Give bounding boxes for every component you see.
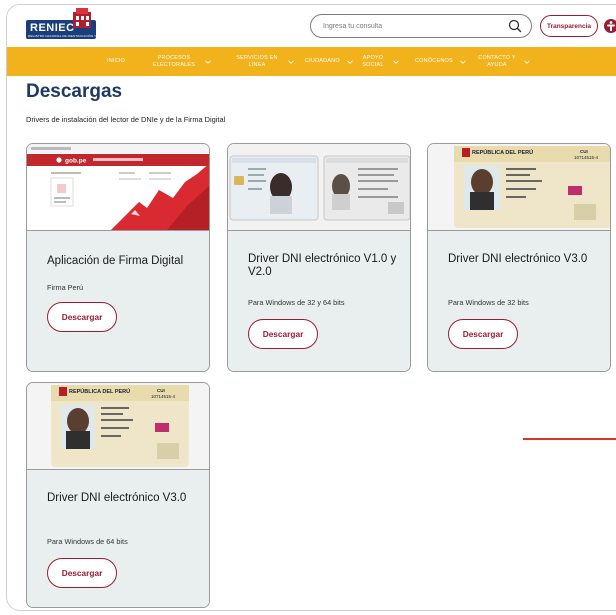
nav-item-servicios-en-linea[interactable]: SERVICIOS EN LÍNEA bbox=[233, 47, 307, 76]
nav-item-label: CIUDADANO bbox=[305, 58, 340, 64]
reniec-logo[interactable]: RENIEC REGISTRO NACIONAL DE IDENTIFICACI… bbox=[26, 8, 119, 41]
card-description: Para Windows de 32 y 64 bits bbox=[248, 298, 345, 307]
card-description: Firma Perú bbox=[47, 283, 84, 292]
nav-item-conocenos[interactable]: CONÓCENOS bbox=[415, 47, 466, 76]
download-button[interactable]: Descargar bbox=[47, 558, 117, 588]
search-icon[interactable] bbox=[507, 18, 523, 34]
search-input[interactable] bbox=[323, 19, 493, 34]
card-body: Aplicación de Firma Digital Firma Perú D… bbox=[27, 230, 209, 371]
chevron-down-icon bbox=[460, 60, 466, 64]
dni-country: REPÚBLICA DEL PERÚ bbox=[472, 149, 533, 156]
accessibility-icon[interactable] bbox=[604, 19, 616, 33]
logo-subtext: REGISTRO NACIONAL DE IDENTIFICACIÓN Y ES… bbox=[28, 34, 119, 38]
transparency-label: Transparencia bbox=[546, 22, 592, 30]
download-button-label: Descargar bbox=[462, 329, 504, 339]
card-body: Driver DNI electrónico V1.0 y V2.0 Para … bbox=[228, 230, 410, 371]
chevron-down-icon bbox=[288, 60, 294, 64]
nav-item-apoyo-social[interactable]: APOYO SOCIAL bbox=[360, 47, 404, 76]
download-card: REPÚBLICA DEL PERÚ CUI 10714515-4 Driver… bbox=[427, 143, 611, 372]
header: RENIEC REGISTRO NACIONAL DE IDENTIFICACI… bbox=[7, 5, 616, 47]
dni-card-v3-image: REPÚBLICA DEL PERÚ CUI 10714515-4 bbox=[428, 144, 610, 230]
gob-label: gob.pe bbox=[65, 158, 87, 165]
nav-item-label: CONTACTO Y AYUDA bbox=[478, 54, 516, 68]
nav-item-label: INICIO bbox=[107, 58, 126, 64]
card-title: Driver DNI electrónico V1.0 y V2.0 bbox=[248, 253, 397, 278]
card-image: REPÚBLICA DEL PERÚ CUI 10714515-4 bbox=[27, 383, 209, 469]
download-button-label: Descargar bbox=[262, 329, 304, 339]
nav-item-label: SERVICIOS EN LÍNEA bbox=[236, 54, 278, 68]
card-image bbox=[228, 144, 410, 230]
download-button[interactable]: Descargar bbox=[248, 319, 318, 349]
download-card: REPÚBLICA DEL PERÚ CUI 10714515-4 Driver… bbox=[26, 382, 210, 608]
transparency-button[interactable]: Transparencia bbox=[540, 15, 598, 37]
card-image: gob.pe bbox=[27, 144, 209, 230]
chevron-down-icon bbox=[393, 60, 399, 64]
chevron-down-icon bbox=[205, 60, 211, 64]
firma-digital-screenshot: gob.pe bbox=[27, 144, 209, 230]
decorative-line bbox=[523, 438, 616, 440]
nav-item-inicio[interactable]: INICIO bbox=[107, 47, 125, 76]
card-title: Aplicación de Firma Digital bbox=[47, 255, 184, 267]
card-description: Para Windows de 64 bits bbox=[47, 537, 128, 546]
download-button[interactable]: Descargar bbox=[47, 302, 117, 332]
download-card: gob.pe Aplicación de Firma Digital Firma… bbox=[26, 143, 210, 372]
card-description: Para Windows de 32 bits bbox=[448, 298, 529, 307]
card-body: Driver DNI electrónico V3.0 Para Windows… bbox=[27, 469, 209, 607]
building-icon bbox=[73, 8, 91, 28]
nav-item-label: CONÓCENOS bbox=[415, 58, 453, 64]
dni-cards-image bbox=[228, 144, 410, 230]
download-button-label: Descargar bbox=[61, 312, 103, 322]
nav-item-contacto-y-ayuda[interactable]: CONTACTO Y AYUDA bbox=[477, 47, 537, 76]
download-button[interactable]: Descargar bbox=[448, 319, 518, 349]
page-subtitle: Drivers de instalación del lector de DNI… bbox=[26, 115, 226, 124]
chevron-down-icon bbox=[524, 60, 530, 64]
main-nav: INICIO PROCESOS ELECTORALES SERVICIOS EN… bbox=[7, 47, 616, 76]
dni-doc-type: CUI bbox=[157, 388, 165, 393]
card-title: Driver DNI electrónico V3.0 bbox=[47, 492, 187, 504]
chevron-down-icon bbox=[347, 60, 353, 64]
nav-item-label: PROCESOS ELECTORALES bbox=[152, 54, 196, 68]
logo-text: RENIEC bbox=[30, 22, 75, 34]
card-title: Driver DNI electrónico V3.0 bbox=[448, 253, 588, 265]
nav-item-procesos-electorales[interactable]: PROCESOS ELECTORALES bbox=[150, 47, 230, 76]
download-card: Driver DNI electrónico V1.0 y V2.0 Para … bbox=[227, 143, 411, 372]
dni-number: 10714515-4 bbox=[574, 155, 599, 160]
page-title: Descargas bbox=[26, 81, 123, 102]
nav-item-ciudadano[interactable]: CIUDADANO bbox=[305, 47, 353, 76]
card-body: Driver DNI electrónico V3.0 Para Windows… bbox=[428, 230, 610, 371]
dni-card-v3-image: REPÚBLICA DEL PERÚ CUI 10714515-4 bbox=[27, 383, 209, 469]
search-box[interactable] bbox=[310, 14, 532, 38]
browser-frame: RENIEC REGISTRO NACIONAL DE IDENTIFICACI… bbox=[6, 4, 616, 611]
dni-doc-type: CUI bbox=[580, 149, 588, 154]
nav-item-label: APOYO SOCIAL bbox=[362, 54, 384, 68]
card-image: REPÚBLICA DEL PERÚ CUI 10714515-4 bbox=[428, 144, 610, 230]
dni-country: REPÚBLICA DEL PERÚ bbox=[69, 388, 130, 395]
download-button-label: Descargar bbox=[61, 568, 103, 578]
dni-number: 10714515-4 bbox=[151, 394, 176, 399]
